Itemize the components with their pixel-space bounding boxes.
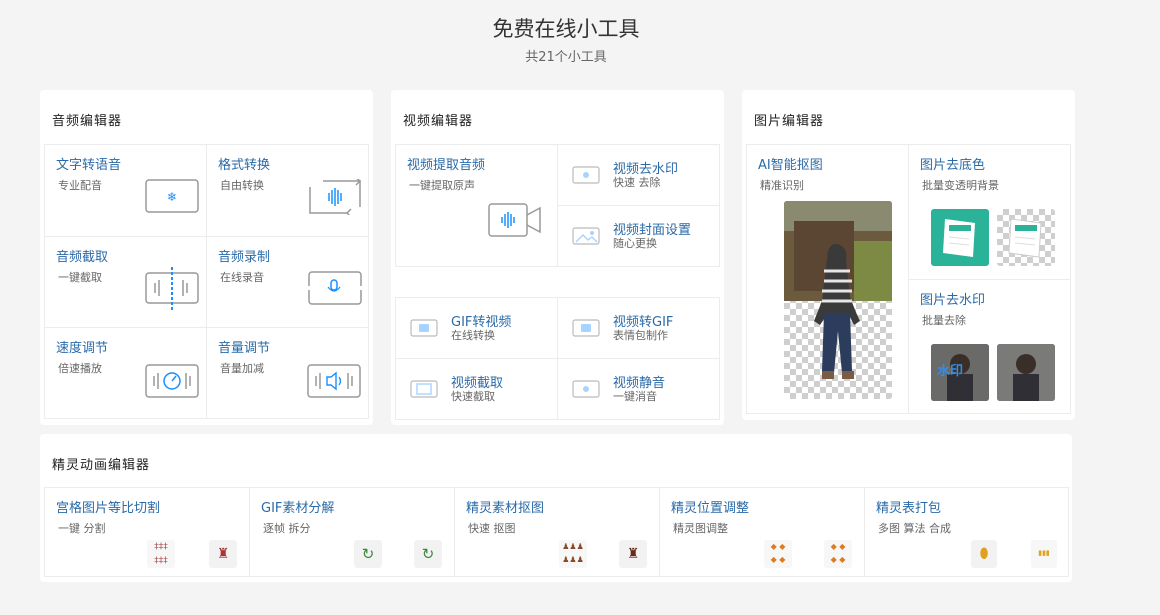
tool-desc: 精准识别	[760, 179, 804, 192]
sprite-sheet-thumb: ♟♟♟ ♟♟♟	[559, 540, 587, 568]
tool-audio-record[interactable]: 音频录制 在线录音	[206, 236, 369, 328]
tool-desc: 一键提取原声	[409, 179, 475, 192]
tool-label: 视频提取音频	[407, 158, 486, 173]
tool-desc: 批量去除	[922, 314, 966, 327]
tool-desc: 随心更换	[613, 237, 657, 250]
tool-format-convert[interactable]: 格式转换 自由转换	[206, 144, 369, 237]
gif-frame-thumb: ↻	[354, 540, 382, 568]
tool-desc: 表情包制作	[613, 329, 668, 342]
watermark-overlay: 水印	[937, 364, 964, 379]
tool-audio-cut[interactable]: 音频截取 一键截取	[44, 236, 207, 328]
audio-editor-panel: 音频编辑器 文字转语音 专业配音 ❄ 格式转换 自由转换 音频截取 一键截取 音…	[40, 90, 373, 425]
volume-icon	[307, 364, 361, 398]
page-title: 免费在线小工具	[492, 17, 640, 41]
gif-frame-thumb: ↻	[414, 540, 442, 568]
mute-icon	[572, 380, 600, 398]
image-editor-panel: 图片编辑器 AI智能抠图 精准识别 图片去底色 批量变透明背景 图片去水印 批量…	[742, 90, 1075, 420]
page-header: 免费在线小工具 共21个小工具	[0, 14, 1132, 65]
tool-desc: 逐帧 拆分	[263, 522, 311, 535]
convert-icon	[309, 179, 362, 215]
tool-label: 音量调节	[218, 341, 271, 356]
tool-label: 文字转语音	[56, 158, 122, 173]
sprite-pack-thumb: ▮▮▮	[1031, 540, 1057, 568]
tool-label: 音频截取	[56, 250, 109, 265]
tool-video-mute[interactable]: 视频静音 一键消音	[557, 358, 720, 420]
tool-label: GIF素材分解	[261, 501, 335, 516]
tool-label: 音频录制	[218, 250, 271, 265]
tool-volume-adjust[interactable]: 音量调节 音量加减	[206, 327, 369, 419]
tool-sprite-position[interactable]: 精灵位置调整 精灵图调整 ◆ ◆ ◆ ◆ ◆ ◆ ◆ ◆	[659, 487, 865, 577]
tool-desc: 在线转换	[451, 329, 495, 342]
tool-label: 精灵位置调整	[671, 501, 750, 516]
sprite-editor-panel: 精灵动画编辑器 宫格图片等比切割 一键 分割 ‡‡‡ ‡‡‡ ♜ GIF素材分解 …	[40, 434, 1072, 582]
video-cut-icon	[410, 380, 438, 398]
tool-label: 格式转换	[218, 158, 271, 173]
microphone-icon	[307, 271, 363, 305]
tool-gif-decompose[interactable]: GIF素材分解 逐帧 拆分 ↻ ↻	[249, 487, 455, 577]
video-editor-panel: 视频编辑器 视频提取音频 一键提取原声 视频去水印 快速 去除 视频封面设置 随…	[391, 90, 724, 425]
video-panel-title: 视频编辑器	[403, 114, 474, 129]
speech-icon: ❄	[145, 179, 199, 213]
video-gif-icon	[572, 319, 600, 337]
sprite-pack-thumb: ⬮	[971, 540, 997, 568]
tool-desc: 一键 分割	[58, 522, 106, 535]
tool-remove-background[interactable]: 图片去底色 批量变透明背景	[908, 144, 1071, 280]
calendar-teal-image	[931, 209, 989, 266]
svg-text:❄: ❄	[167, 190, 177, 204]
tool-desc: 在线录音	[220, 271, 264, 284]
cut-icon	[145, 267, 199, 311]
sprite-position-thumb: ◆ ◆ ◆ ◆	[764, 540, 792, 568]
tool-speed-adjust[interactable]: 速度调节 倍速播放	[44, 327, 207, 419]
tool-desc: 批量变透明背景	[922, 179, 999, 192]
tool-desc: 快速 抠图	[468, 522, 516, 535]
watermarked-image: 水印	[931, 344, 989, 401]
sprite-grid-thumb: ‡‡‡ ‡‡‡	[147, 540, 175, 568]
sprite-position-thumb: ◆ ◆ ◆ ◆	[824, 540, 852, 568]
matting-preview-image	[784, 201, 892, 399]
tool-ai-matting[interactable]: AI智能抠图 精准识别	[746, 144, 909, 414]
tool-label: AI智能抠图	[758, 158, 823, 173]
tool-sprite-pack[interactable]: 精灵表打包 多图 算法 合成 ⬮ ▮▮▮	[864, 487, 1069, 577]
sprite-single-thumb: ♜	[209, 540, 237, 568]
tool-label: 速度调节	[56, 341, 109, 356]
tool-video-cut[interactable]: 视频截取 快速截取	[395, 358, 558, 420]
video-icon	[572, 166, 600, 184]
tool-video-cover[interactable]: 视频封面设置 随心更换	[557, 205, 720, 267]
tool-video-to-gif[interactable]: 视频转GIF 表情包制作	[557, 297, 720, 359]
tool-video-extract-audio[interactable]: 视频提取音频 一键提取原声	[395, 144, 558, 267]
tool-remove-watermark[interactable]: 图片去水印 批量去除 水印	[908, 279, 1071, 414]
video-audio-icon	[488, 203, 541, 237]
tool-gif-to-video[interactable]: GIF转视频 在线转换	[395, 297, 558, 359]
tool-label: 精灵素材抠图	[466, 501, 545, 516]
tool-video-remove-watermark[interactable]: 视频去水印 快速 去除	[557, 144, 720, 206]
tool-text-to-speech[interactable]: 文字转语音 专业配音 ❄	[44, 144, 207, 237]
image-icon	[572, 227, 600, 245]
calendar-transparent-image	[997, 209, 1055, 266]
sprite-panel-title: 精灵动画编辑器	[52, 458, 151, 473]
page-subtitle: 共21个小工具	[525, 50, 607, 65]
tool-label: 图片去底色	[920, 158, 986, 173]
tool-desc: 一键截取	[58, 271, 102, 284]
sprite-cutout-thumb: ♜	[619, 540, 647, 568]
tool-desc: 快速 去除	[613, 176, 661, 189]
tool-label: 图片去水印	[920, 293, 986, 308]
tool-desc: 倍速播放	[58, 362, 102, 375]
clean-image	[997, 344, 1055, 401]
speed-icon	[145, 364, 199, 398]
tool-desc: 一键消音	[613, 390, 657, 403]
image-panel-title: 图片编辑器	[754, 114, 825, 129]
tool-desc: 自由转换	[220, 179, 264, 192]
tool-desc: 专业配音	[58, 179, 102, 192]
tool-label: 宫格图片等比切割	[56, 501, 161, 516]
gif-icon	[410, 319, 438, 337]
tool-label: 精灵表打包	[876, 501, 942, 516]
tool-sprite-matting[interactable]: 精灵素材抠图 快速 抠图 ♟♟♟ ♟♟♟ ♜	[454, 487, 660, 577]
tool-desc: 多图 算法 合成	[878, 522, 951, 535]
tool-desc: 音量加减	[220, 362, 264, 375]
tool-desc: 快速截取	[451, 390, 495, 403]
tool-desc: 精灵图调整	[673, 522, 728, 535]
audio-panel-title: 音频编辑器	[52, 114, 123, 129]
tool-grid-slice[interactable]: 宫格图片等比切割 一键 分割 ‡‡‡ ‡‡‡ ♜	[44, 487, 250, 577]
